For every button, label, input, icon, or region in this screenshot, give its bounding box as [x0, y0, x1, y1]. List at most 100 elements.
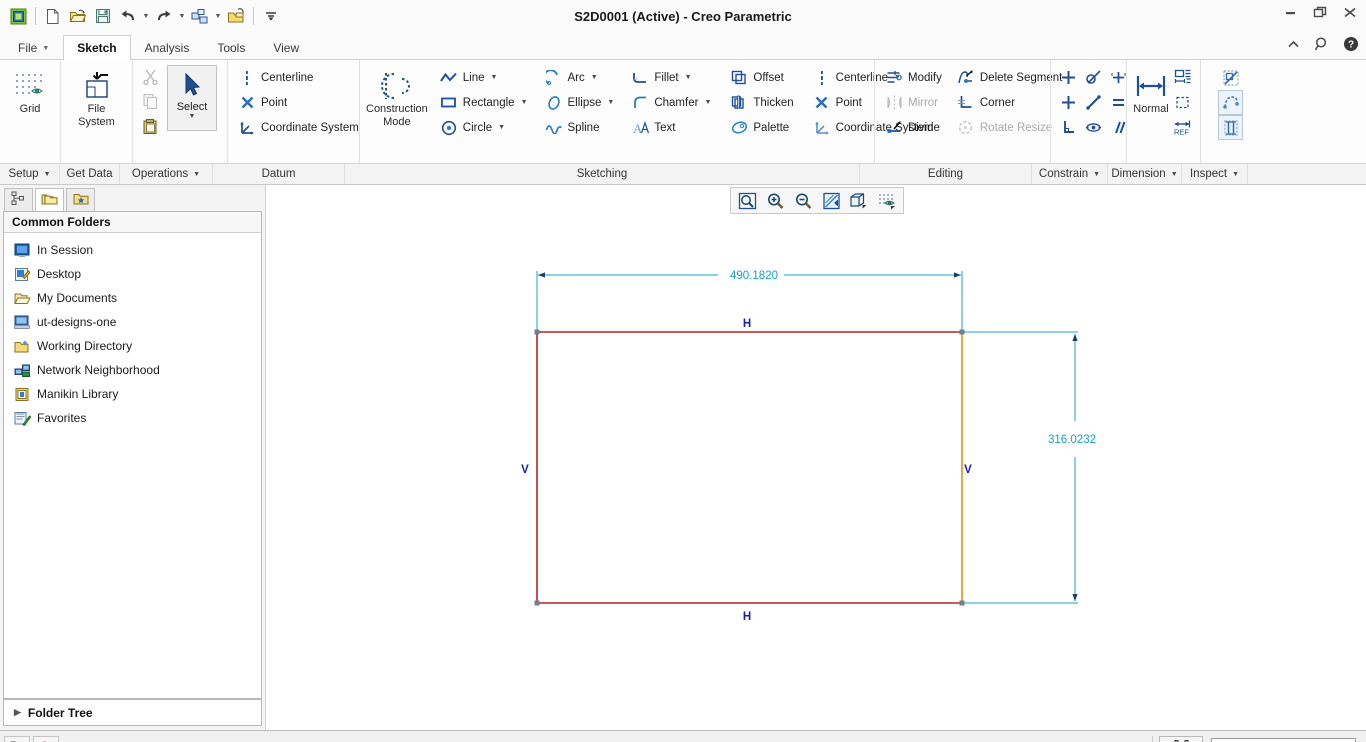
highlight-open-ends-icon[interactable]: [1218, 90, 1243, 115]
nav-item-in-session[interactable]: In Session: [4, 238, 261, 262]
constraint-h-top[interactable]: H: [743, 318, 751, 330]
group-label-constrain[interactable]: Constrain ▼: [1032, 164, 1108, 184]
close-icon[interactable]: [1340, 3, 1360, 21]
file-system-button[interactable]: File System: [66, 62, 127, 163]
arc-dropdown-caret-icon[interactable]: ▼: [591, 74, 598, 81]
vertical-constraint-icon[interactable]: [1056, 65, 1081, 90]
baseline-dimension-icon[interactable]: [1170, 65, 1195, 90]
group-label-setup[interactable]: Setup ▼: [0, 164, 60, 184]
sketch-geometry[interactable]: 490.1820 316.0232 H H V V: [266, 185, 1366, 730]
model-tree-toggle-icon[interactable]: [4, 735, 30, 742]
find-button[interactable]: [1159, 735, 1203, 742]
constraint-v-left[interactable]: V: [521, 464, 529, 476]
offset-button[interactable]: Offset: [725, 65, 799, 90]
nav-item-my-documents[interactable]: My Documents: [4, 286, 261, 310]
circle-button[interactable]: Circle ▼: [435, 115, 534, 140]
constraint-v-right[interactable]: V: [964, 464, 972, 476]
arc-button[interactable]: Arc ▼: [540, 65, 621, 90]
chamfer-dropdown-caret-icon[interactable]: ▼: [704, 99, 711, 106]
search-icon[interactable]: [1313, 35, 1331, 53]
line-button[interactable]: Line ▼: [435, 65, 534, 90]
perimeter-dimension-icon[interactable]: [1170, 90, 1195, 115]
group-label-operations[interactable]: Operations ▼: [120, 164, 213, 184]
sketch-vertex[interactable]: [534, 600, 540, 606]
chevron-down-icon[interactable]: ▼: [193, 171, 200, 178]
collapse-ribbon-icon[interactable]: [1284, 35, 1302, 53]
chevron-down-icon[interactable]: ▼: [44, 171, 51, 178]
undo-icon[interactable]: [116, 4, 140, 28]
normal-constraint-icon[interactable]: [1056, 115, 1081, 140]
spline-button[interactable]: Spline: [540, 115, 621, 140]
redo-dropdown-caret-icon[interactable]: ▼: [177, 13, 187, 20]
constraint-h-bottom[interactable]: H: [743, 611, 751, 623]
model-tree-tab[interactable]: [4, 188, 33, 211]
graphics-canvas[interactable]: 490.1820 316.0232 H H V V: [265, 185, 1366, 730]
creo-home-icon[interactable]: [6, 4, 30, 28]
ellipse-button[interactable]: Ellipse ▼: [540, 90, 621, 115]
vertical-dimension-value[interactable]: 316.0232: [1048, 434, 1096, 446]
horizontal-dimension-value[interactable]: 490.1820: [730, 270, 778, 282]
select-button[interactable]: Select ▼: [167, 65, 217, 131]
nav-item-working-directory[interactable]: Working Directory: [4, 334, 261, 358]
palette-button[interactable]: Palette: [725, 115, 799, 140]
regenerate-icon[interactable]: [188, 4, 212, 28]
tab-sketch[interactable]: Sketch: [63, 35, 131, 60]
coincident-constraint-icon[interactable]: [1081, 115, 1106, 140]
close-window-icon[interactable]: [224, 4, 248, 28]
reference-dimension-icon[interactable]: REF: [1170, 115, 1195, 140]
redo-icon[interactable]: [152, 4, 176, 28]
help-icon[interactable]: ?: [1342, 35, 1360, 53]
nav-item-manikin-library[interactable]: Manikin Library: [4, 382, 261, 406]
favorites-tab[interactable]: [66, 188, 95, 211]
save-icon[interactable]: [91, 4, 115, 28]
regenerate-dropdown-caret-icon[interactable]: ▼: [213, 13, 223, 20]
divide-button[interactable]: Divide: [880, 115, 948, 140]
overlapping-geometry-icon[interactable]: [1218, 65, 1243, 90]
line-dropdown-caret-icon[interactable]: ▼: [491, 74, 498, 81]
undo-dropdown-caret-icon[interactable]: ▼: [141, 13, 151, 20]
chevron-down-icon[interactable]: ▼: [1232, 171, 1239, 178]
text-button[interactable]: A Text: [626, 115, 717, 140]
tab-view[interactable]: View: [259, 35, 313, 60]
construction-mode-button[interactable]: Construction Mode: [365, 62, 429, 163]
tab-analysis[interactable]: Analysis: [131, 35, 204, 60]
folder-tree-collapsed-bar[interactable]: ▶ Folder Tree: [3, 699, 262, 726]
minimize-icon[interactable]: [1280, 3, 1300, 21]
shade-closed-loops-icon[interactable]: [1218, 115, 1243, 140]
fillet-dropdown-caret-icon[interactable]: ▼: [685, 74, 692, 81]
normal-dimension-button[interactable]: Normal: [1132, 62, 1170, 163]
rectangle-dropdown-caret-icon[interactable]: ▼: [521, 99, 528, 106]
cut-icon[interactable]: [138, 64, 163, 89]
circle-dropdown-caret-icon[interactable]: ▼: [498, 124, 505, 131]
datum-centerline-button[interactable]: Centerline: [233, 65, 365, 90]
paste-icon[interactable]: [138, 114, 163, 139]
horizontal-constraint-icon[interactable]: [1056, 90, 1081, 115]
mirror-button[interactable]: Mirror: [880, 90, 948, 115]
grid-button[interactable]: Grid: [5, 62, 55, 163]
nav-item-favorites[interactable]: Favorites: [4, 406, 261, 430]
tab-tools[interactable]: Tools: [203, 35, 259, 60]
tangent-constraint-icon[interactable]: [1081, 65, 1106, 90]
vertical-dimension-group[interactable]: 316.0232: [962, 331, 1096, 604]
chevron-down-icon[interactable]: ▼: [1337, 739, 1355, 742]
modify-button[interactable]: Modify: [880, 65, 948, 90]
nav-item-network-neighborhood[interactable]: Network Neighborhood: [4, 358, 261, 382]
customize-qat-icon[interactable]: [259, 4, 283, 28]
tab-file[interactable]: File ▼: [4, 35, 63, 60]
datum-csys-button[interactable]: Coordinate System: [233, 115, 365, 140]
fillet-button[interactable]: Fillet ▼: [626, 65, 717, 90]
sketch-status-icon[interactable]: [33, 735, 59, 742]
thicken-button[interactable]: Thicken: [725, 90, 799, 115]
selection-filter-dropdown[interactable]: All ▼: [1211, 737, 1356, 742]
folder-browser-tab[interactable]: [35, 188, 64, 211]
chamfer-button[interactable]: Chamfer ▼: [626, 90, 717, 115]
copy-icon[interactable]: [138, 89, 163, 114]
perpendicular-constraint-icon[interactable]: [1081, 90, 1106, 115]
new-icon[interactable]: [41, 4, 65, 28]
group-label-dimension[interactable]: Dimension ▼: [1108, 164, 1182, 184]
open-icon[interactable]: [66, 4, 90, 28]
rectangle-button[interactable]: Rectangle ▼: [435, 90, 534, 115]
nav-item-ut-designs-one[interactable]: ut-designs-one: [4, 310, 261, 334]
chevron-down-icon[interactable]: ▼: [1093, 171, 1100, 178]
chevron-down-icon[interactable]: ▼: [1171, 171, 1178, 178]
